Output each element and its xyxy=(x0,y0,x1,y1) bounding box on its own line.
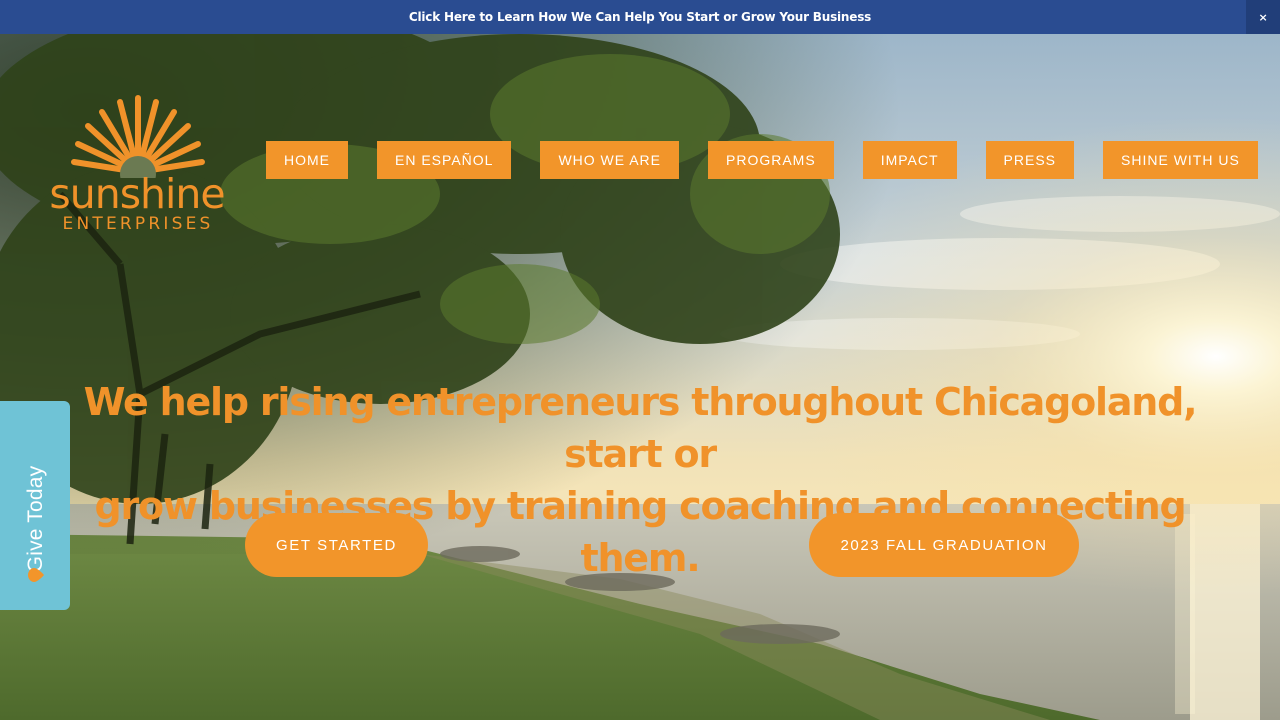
main-nav: HOME EN ESPAÑOL WHO WE ARE PROGRAMS IMPA… xyxy=(266,141,1258,179)
nav-item-who-we-are[interactable]: WHO WE ARE xyxy=(540,141,679,179)
announcement-bar: Click Here to Learn How We Can Help You … xyxy=(0,0,1280,34)
announcement-link[interactable]: Click Here to Learn How We Can Help You … xyxy=(409,10,871,24)
logo-wordmark: sunshine xyxy=(49,170,225,218)
nav-item-en-espanol[interactable]: EN ESPAÑOL xyxy=(377,141,512,179)
get-started-button[interactable]: GET STARTED xyxy=(245,513,428,577)
site-logo[interactable]: sunshine ENTERPRISES xyxy=(48,88,228,238)
heart-icon xyxy=(28,568,44,582)
nav-item-home[interactable]: HOME xyxy=(266,141,348,179)
logo-subtitle: ENTERPRISES xyxy=(62,214,214,234)
announcement-close-button[interactable]: × xyxy=(1246,0,1280,34)
fall-graduation-button[interactable]: 2023 FALL GRADUATION xyxy=(809,513,1079,577)
sun-rays-icon xyxy=(71,95,205,178)
nav-item-programs[interactable]: PROGRAMS xyxy=(708,141,834,179)
give-today-tab[interactable]: Give Today xyxy=(0,401,70,610)
nav-item-impact[interactable]: IMPACT xyxy=(862,141,957,179)
give-today-label: Give Today xyxy=(24,465,47,573)
nav-item-shine-with-us[interactable]: SHINE WITH US xyxy=(1103,141,1258,179)
hero-headline-line-1: We help rising entrepreneurs throughout … xyxy=(83,380,1198,476)
nav-item-press[interactable]: PRESS xyxy=(985,141,1075,179)
